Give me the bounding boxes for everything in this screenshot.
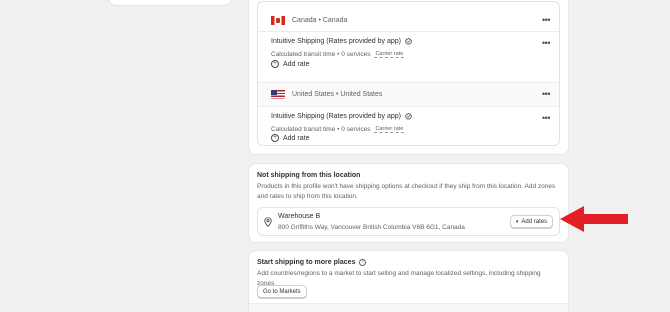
start-shipping-title-text: Start shipping to more places xyxy=(257,259,356,266)
zones-list: Canada • Canada ••• Intuitive Shipping (… xyxy=(257,1,560,146)
go-to-markets-button[interactable]: Go to Markets xyxy=(257,285,307,298)
zone-label: United States • United States xyxy=(292,91,383,98)
shipping-profile-page: Canada • Canada ••• Intuitive Shipping (… xyxy=(0,0,670,312)
rate-title: Intuitive Shipping (Rates provided by ap… xyxy=(271,38,412,45)
not-shipping-title: Not shipping from this location xyxy=(257,172,361,179)
carrier-rate-badge: Carrier rate xyxy=(374,126,405,133)
zone-row-united-states: United States • United States ••• xyxy=(258,82,559,106)
card-footer-strip xyxy=(249,303,568,312)
not-shipping-card: Not shipping from this location Products… xyxy=(248,163,569,243)
more-actions-icon[interactable]: ••• xyxy=(539,90,553,100)
verified-badge-icon xyxy=(404,38,412,45)
rate-name: Intuitive Shipping (Rates provided by ap… xyxy=(271,38,401,45)
add-rate-label: Add rate xyxy=(283,134,310,142)
start-shipping-title: Start shipping to more places i xyxy=(257,259,367,266)
add-rates-label: Add rates xyxy=(521,218,548,225)
add-rates-button[interactable]: ▾ Add rates xyxy=(510,215,553,228)
zone-row-canada: Canada • Canada ••• xyxy=(258,8,559,32)
warehouse-name: Warehouse B xyxy=(278,213,321,220)
start-shipping-card: Start shipping to more places i Add coun… xyxy=(248,250,569,312)
rate-name: Intuitive Shipping (Rates provided by ap… xyxy=(271,113,401,120)
more-actions-icon[interactable]: ••• xyxy=(539,113,553,123)
not-shipping-description: Products in this profile won't have ship… xyxy=(257,183,556,200)
add-rate-button[interactable]: + Add rate xyxy=(271,57,309,71)
rate-title: Intuitive Shipping (Rates provided by ap… xyxy=(271,113,412,120)
canada-flag-icon xyxy=(271,15,285,25)
warehouse-address: 800 Griffiths Way, Vancouver British Col… xyxy=(278,224,465,231)
us-flag-icon xyxy=(271,90,285,99)
shipping-zones-card: Canada • Canada ••• Intuitive Shipping (… xyxy=(248,0,569,155)
carrier-rate-badge: Carrier rate xyxy=(374,51,405,58)
sidebar-card xyxy=(108,0,232,6)
info-icon[interactable]: i xyxy=(359,259,367,266)
add-rate-button[interactable]: + Add rate xyxy=(271,131,309,145)
add-rate-label: Add rate xyxy=(283,60,310,68)
warehouse-row: Warehouse B 800 Griffiths Way, Vancouver… xyxy=(257,207,560,236)
more-actions-icon[interactable]: ••• xyxy=(539,38,553,48)
zone-label: Canada • Canada xyxy=(292,16,348,24)
location-pin-icon xyxy=(264,217,272,227)
plus-circle-icon: + xyxy=(271,60,279,68)
chevron-down-icon: ▾ xyxy=(515,218,519,225)
more-actions-icon[interactable]: ••• xyxy=(539,15,553,25)
verified-badge-icon xyxy=(404,113,412,120)
annotation-arrow-icon xyxy=(560,206,628,232)
plus-circle-icon: + xyxy=(271,134,279,142)
